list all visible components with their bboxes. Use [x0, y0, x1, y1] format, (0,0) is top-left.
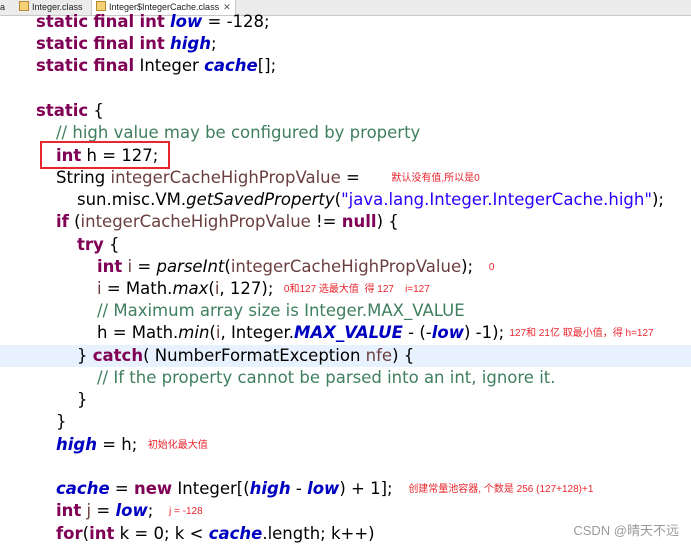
code-line: if (integerCacheHighPropValue != null) {: [56, 212, 399, 231]
code-line: i = Math.max(i, 127); 0和127 选最大值 得 127 i…: [97, 279, 430, 298]
code-line: String integerCacheHighPropValue = 默认没有值…: [56, 168, 480, 187]
annotation: 创建常量池容器, 个数是 256 (127+128)+1: [408, 484, 594, 495]
code-line-current: } catch( NumberFormatException nfe) {: [0, 345, 691, 367]
class-file-icon: [19, 1, 29, 11]
code-line: static {: [36, 101, 104, 120]
annotation: 初始化最大值: [147, 440, 208, 451]
annotation: j = -128: [169, 506, 203, 517]
code-line: }: [77, 390, 88, 409]
annotation: 0: [488, 262, 495, 273]
code-line: static final int low = -128;: [36, 12, 270, 31]
code-line: static final Integer cache[];: [36, 56, 277, 75]
code-line: try {: [77, 235, 120, 254]
editor-tab-partial[interactable]: a: [0, 0, 5, 15]
class-file-icon: [96, 1, 106, 11]
code-line: static final int high;: [36, 34, 217, 53]
annotation: 默认没有值,所以是0: [391, 173, 480, 184]
code-comment: // Maximum array size is Integer.MAX_VAL…: [97, 301, 465, 320]
code-line: h = Math.min(i, Integer.MAX_VALUE - (-lo…: [97, 323, 654, 342]
annotation: 127和 21亿 取最小值，得 h=127: [509, 328, 654, 339]
highlight-box: [40, 141, 170, 169]
tab-label: a: [0, 2, 6, 12]
code-comment: // If the property cannot be parsed into…: [97, 368, 556, 387]
code-line: high = h; 初始化最大值: [56, 435, 208, 454]
code-line: cache = new Integer[(high - low) + 1]; 创…: [56, 479, 594, 498]
watermark: CSDN @晴天不远: [573, 523, 679, 538]
annotation: 0和127 选最大值 得 127 i=127: [283, 284, 430, 295]
code-line: int j = low; j = -128: [56, 501, 203, 520]
code-line: int i = parseInt(integerCacheHighPropVal…: [97, 257, 495, 276]
code-line: sun.misc.VM.getSavedProperty("java.lang.…: [77, 190, 664, 209]
code-line: }: [56, 412, 67, 431]
